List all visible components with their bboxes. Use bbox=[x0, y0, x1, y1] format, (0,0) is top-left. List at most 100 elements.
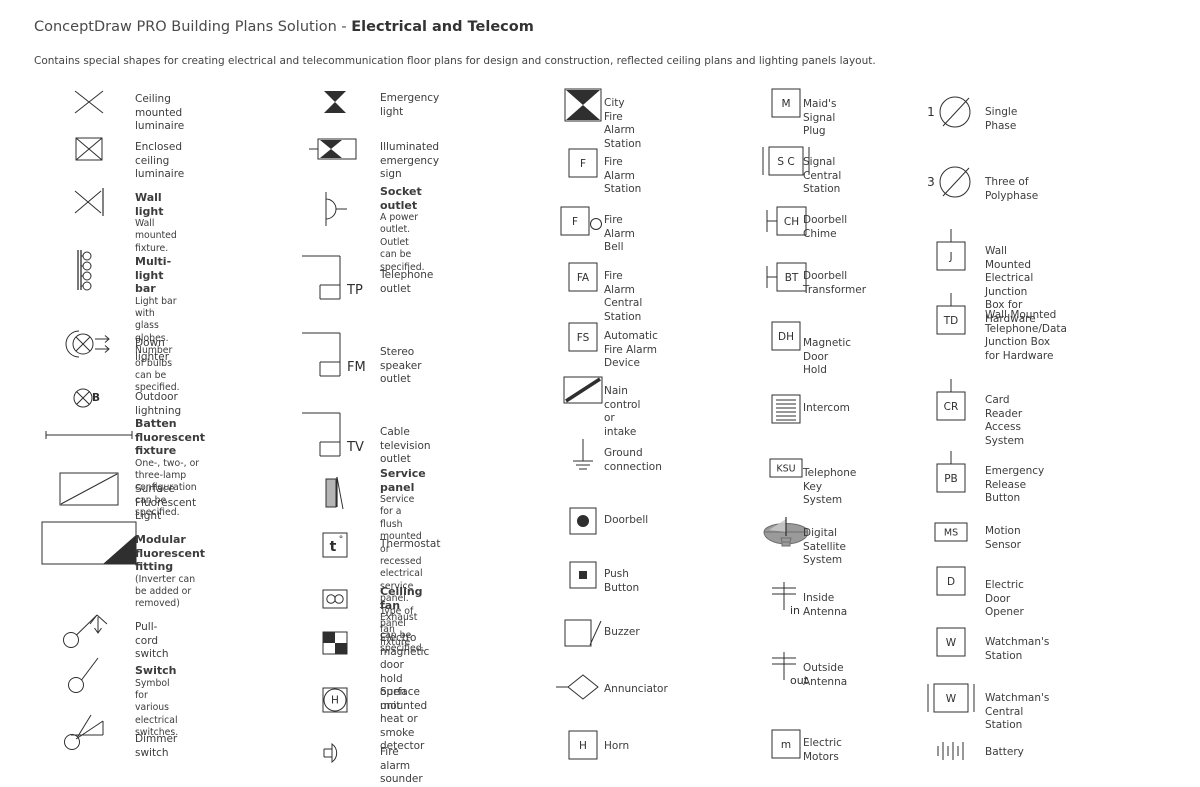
symbol-label-horn: Horn bbox=[604, 740, 629, 754]
symbol-title: Watchman's Central Station bbox=[985, 692, 1050, 731]
symbol-emergency-light[interactable] bbox=[290, 88, 380, 116]
symbol-label-cable-television-outlet: Cable television outlet bbox=[380, 426, 431, 467]
symbol-title: Push Button bbox=[604, 568, 640, 594]
symbol-fire-alarm-bell[interactable]: F bbox=[555, 206, 610, 236]
symbol-single-phase[interactable]: 1 bbox=[920, 90, 982, 134]
symbol-title: Down lighter bbox=[135, 337, 170, 363]
svg-text:FA: FA bbox=[576, 272, 589, 284]
symbol-label-wall-mounted-telephone-data-junction-box: Wall Mounted Telephone/Data Junction Box … bbox=[985, 309, 1067, 363]
symbol-title: Watchman's Station bbox=[985, 636, 1050, 662]
symbol-wall-mounted-telephone-data-junction-box[interactable]: TD bbox=[920, 293, 982, 335]
symbol-label-fire-alarm-central-station: Fire Alarm Central Station bbox=[604, 270, 642, 324]
symbol-enclosed-ceiling-luminaire[interactable] bbox=[34, 134, 144, 164]
symbol-electric-door-opener[interactable]: D bbox=[920, 566, 982, 596]
symbol-label-maids-signal-plug: Maid's Signal Plug bbox=[803, 98, 836, 139]
symbol-wall-mounted-electrical-junction-box[interactable]: J bbox=[920, 229, 982, 271]
symbol-watchmans-central-station[interactable]: W bbox=[920, 683, 982, 713]
symbol-label-multi-light-bar: Multi-light bar Light bar with glass glob… bbox=[135, 255, 180, 395]
symbol-socket-outlet[interactable] bbox=[290, 190, 380, 228]
symbol-title: Cable television outlet bbox=[380, 426, 431, 465]
symbol-modular-fluorescent-fitting[interactable] bbox=[34, 521, 144, 565]
symbol-city-fire-alarm-station[interactable] bbox=[555, 88, 610, 122]
symbol-title: Ceiling fan bbox=[380, 585, 423, 612]
svg-text:MS: MS bbox=[944, 528, 958, 539]
symbol-wall-light[interactable] bbox=[34, 186, 144, 218]
page-title-bold: Electrical and Telecom bbox=[351, 19, 534, 35]
symbol-cable-television-outlet[interactable]: TV bbox=[290, 410, 380, 458]
symbol-multi-light-bar[interactable] bbox=[34, 248, 144, 292]
symbol-desc-line: One-, two-, or three-lamp bbox=[135, 457, 200, 481]
symbol-label-fire-alarm-sounder: Fire alarm sounder bbox=[380, 746, 423, 787]
svg-text:FS: FS bbox=[576, 332, 589, 344]
symbol-push-button[interactable] bbox=[555, 561, 610, 589]
symbol-battery[interactable] bbox=[920, 740, 982, 762]
svg-text:TD: TD bbox=[943, 315, 959, 327]
symbol-outdoor-lightning[interactable]: B bbox=[34, 385, 144, 411]
symbol-annunciator[interactable] bbox=[555, 673, 610, 701]
page-subtitle: Contains special shapes for creating ele… bbox=[34, 55, 876, 67]
svg-text:3: 3 bbox=[927, 175, 935, 189]
symbol-label-emergency-release-button: Emergency Release Button bbox=[985, 465, 1044, 506]
symbol-title: Enclosed ceiling luminaire bbox=[135, 141, 185, 180]
symbol-title: Batten fluorescent fixture bbox=[135, 417, 206, 457]
symbol-buzzer[interactable] bbox=[555, 619, 610, 647]
symbol-title: Three of Polyphase bbox=[985, 176, 1039, 202]
symbol-dimmer-switch[interactable] bbox=[34, 711, 144, 751]
symbol-label-card-reader-access-system: Card Reader Access System bbox=[985, 394, 1024, 448]
symbol-automatic-fire-alarm-device[interactable]: FS bbox=[555, 322, 610, 352]
symbol-ceiling-mounted-luminaire[interactable] bbox=[34, 87, 144, 117]
symbol-ground-connection[interactable] bbox=[555, 437, 610, 473]
symbol-title: Surface mounted heat or smoke bbox=[380, 686, 428, 739]
symbol-motion-sensor[interactable]: MS bbox=[920, 522, 982, 542]
symbol-title: Motion Sensor bbox=[985, 525, 1021, 551]
symbol-electro-magnetic-door-hold[interactable] bbox=[290, 631, 380, 655]
symbol-label-battery: Battery bbox=[985, 746, 1024, 760]
symbol-doorbell[interactable] bbox=[555, 507, 610, 535]
symbol-illuminated-emergency-sign[interactable] bbox=[290, 136, 380, 162]
symbol-card-reader-access-system[interactable]: CR bbox=[920, 379, 982, 421]
symbol-down-lighter[interactable] bbox=[34, 328, 144, 360]
symbol-label-city-fire-alarm-station: City Fire Alarm Station bbox=[604, 97, 641, 151]
symbol-title: Fire Alarm Station bbox=[604, 156, 642, 195]
symbol-label-three-of-polyphase: Three of Polyphase bbox=[985, 176, 1038, 203]
symbol-title: Outside Antenna bbox=[803, 662, 848, 688]
symbol-desc-line: removed) bbox=[135, 598, 180, 610]
symbol-emergency-release-button[interactable]: PB bbox=[920, 451, 982, 493]
symbol-title: Outdoor lightning bbox=[135, 391, 182, 417]
symbol-label-buzzer: Buzzer bbox=[604, 626, 640, 640]
symbol-pull-cord-switch[interactable] bbox=[34, 609, 144, 649]
symbol-heat-smoke-detector[interactable]: H bbox=[290, 686, 380, 714]
symbol-watchmans-station[interactable]: W bbox=[920, 627, 982, 657]
symbol-thermostat[interactable]: t ° bbox=[290, 531, 380, 559]
symbol-title: Telephone Key System bbox=[803, 467, 857, 506]
symbol-stereo-speaker-outlet[interactable]: FM bbox=[290, 330, 380, 378]
symbol-label-dimmer-switch: Dimmer switch bbox=[135, 733, 177, 760]
svg-text:TV: TV bbox=[346, 440, 364, 455]
symbol-label-stereo-speaker-outlet: Stereo speaker outlet bbox=[380, 346, 422, 387]
symbol-title: Fire Alarm Central Station bbox=[604, 270, 643, 323]
symbol-fire-alarm-sounder[interactable] bbox=[290, 740, 380, 766]
symbol-desc-line: Service for a flush mounted or recessed bbox=[380, 494, 422, 568]
symbol-surface-fluorescent-light[interactable] bbox=[34, 472, 144, 506]
symbol-ceiling-fan[interactable] bbox=[290, 588, 380, 610]
symbol-label-magnetic-door-hold: Magnetic Door Hold bbox=[803, 337, 851, 378]
symbol-title: Thermostat bbox=[380, 538, 441, 550]
symbol-fire-alarm-station[interactable]: F bbox=[555, 148, 610, 178]
symbol-title: City Fire Alarm Station bbox=[604, 97, 642, 150]
symbol-label-outdoor-lightning: Outdoor lightning bbox=[135, 391, 181, 418]
symbol-service-panel[interactable] bbox=[290, 473, 380, 513]
symbol-label-doorbell: Doorbell bbox=[604, 514, 648, 528]
symbol-three-of-polyphase[interactable]: 3 bbox=[920, 160, 982, 204]
symbol-title: Doorbell Chime bbox=[803, 214, 848, 240]
symbol-label-modular-fluorescent-fitting: Modular fluorescent fitting (Inverter can… bbox=[135, 533, 205, 611]
symbol-batten-fluorescent-fixture[interactable] bbox=[34, 428, 144, 442]
symbol-horn[interactable]: H bbox=[555, 730, 610, 760]
symbol-main-control-or-intake[interactable] bbox=[555, 376, 610, 404]
symbol-label-wall-light: Wall light Wall mounted fixture. bbox=[135, 191, 177, 255]
svg-text:M: M bbox=[781, 98, 790, 110]
symbol-telephone-outlet[interactable]: TP bbox=[290, 253, 380, 301]
symbol-switch[interactable] bbox=[34, 654, 144, 694]
symbol-fire-alarm-central-station[interactable]: FA bbox=[555, 262, 610, 292]
symbol-title: Electric Motors bbox=[803, 737, 842, 763]
symbol-label-socket-outlet: Socket outlet A power outlet. Outlet can … bbox=[380, 185, 425, 274]
